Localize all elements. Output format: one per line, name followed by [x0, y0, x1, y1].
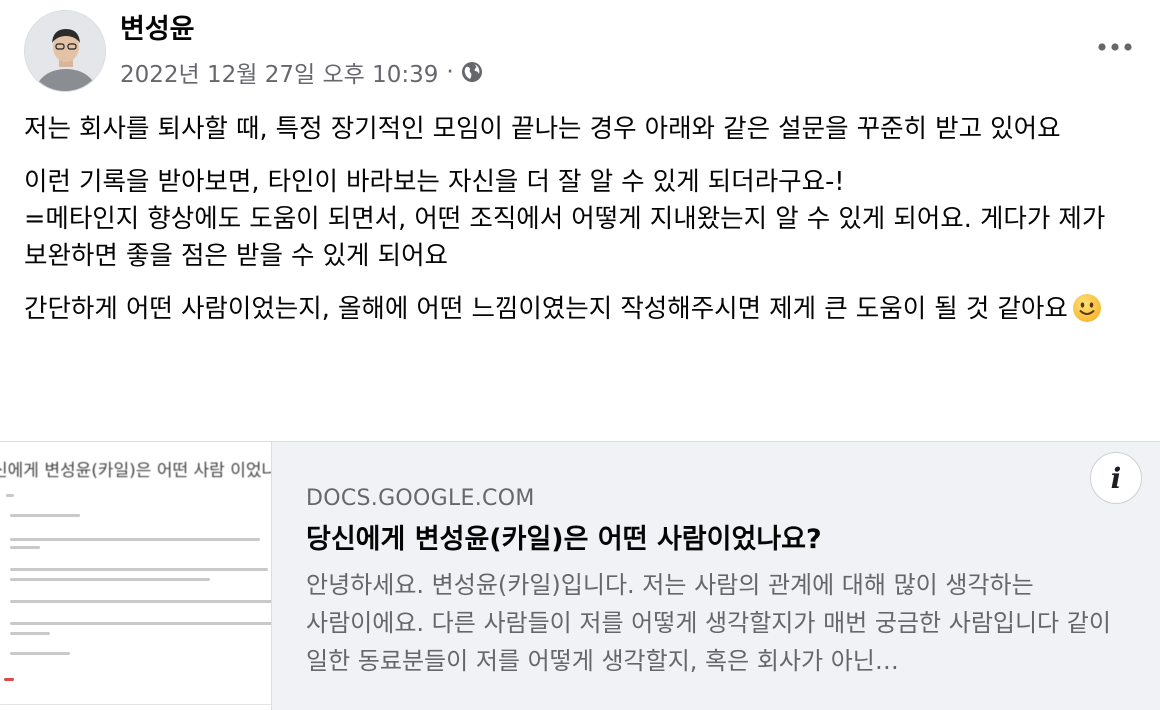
link-description[interactable]: 안녕하세요. 변성윤(카일)입니다. 저는 사람의 관계에 대해 많이 생각하는…	[306, 566, 1142, 680]
link-preview-card[interactable]: 신에게 변성윤(카일)은 어떤 사람 이었나 i DOCS.GOOGLE.COM…	[0, 441, 1160, 710]
link-domain[interactable]: DOCS.GOOGLE.COM	[306, 486, 535, 511]
link-title[interactable]: 당신에게 변성윤(카일)은 어떤 사람이었나요?	[306, 522, 822, 558]
avatar[interactable]	[24, 10, 106, 92]
thumbnail-line	[10, 514, 80, 517]
thumbnail-line	[10, 568, 268, 571]
post-paragraph-2: 이런 기록을 받아보면, 타인이 바라보는 자신을 더 잘 알 수 있게 되더라…	[24, 167, 1106, 271]
more-options-icon[interactable]	[1092, 30, 1138, 64]
thumbnail-line	[10, 538, 260, 541]
info-icon: i	[1110, 461, 1122, 495]
post-paragraph-1: 저는 회사를 퇴사할 때, 특정 장기적인 모임이 끝나는 경우 아래와 같은 …	[24, 114, 1061, 144]
thumbnail-line	[6, 494, 14, 497]
thumbnail-line	[10, 622, 271, 625]
smiley-emoji-icon	[1072, 293, 1102, 323]
author-name[interactable]: 변성윤	[120, 13, 195, 47]
post-paragraph-3: 간단하게 어떤 사람이었는지, 올해에 어떤 느낌이였는지 작성해주시면 제게 …	[24, 291, 1148, 328]
profile-photo	[25, 11, 105, 91]
thumbnail-line	[10, 546, 40, 549]
thumbnail-line	[10, 652, 70, 655]
post-body: 저는 회사를 퇴사할 때, 특정 장기적인 모임이 끝나는 경우 아래와 같은 …	[24, 111, 1148, 344]
meta-separator: ·	[446, 59, 454, 85]
facebook-post: 변성윤 2022년 12월 27일 오후 10:39 · 저는 회사를 퇴사할 …	[0, 0, 1160, 710]
info-button[interactable]: i	[1090, 452, 1142, 504]
thumbnail-title: 신에게 변성윤(카일)은 어떤 사람 이었나	[0, 461, 272, 481]
thumbnail-line	[4, 678, 14, 681]
thumbnail-line	[10, 600, 271, 603]
post-paragraph-3-text: 간단하게 어떤 사람이었는지, 올해에 어떤 느낌이였는지 작성해주시면 제게 …	[24, 294, 1068, 324]
thumbnail-divider	[0, 704, 271, 705]
link-thumbnail[interactable]: 신에게 변성윤(카일)은 어떤 사람 이었나	[0, 442, 272, 710]
thumbnail-line	[10, 578, 210, 581]
globe-icon[interactable]	[460, 60, 484, 84]
thumbnail-line	[10, 632, 50, 635]
post-meta: 2022년 12월 27일 오후 10:39 ·	[120, 56, 484, 88]
post-timestamp[interactable]: 2022년 12월 27일 오후 10:39	[120, 55, 438, 89]
